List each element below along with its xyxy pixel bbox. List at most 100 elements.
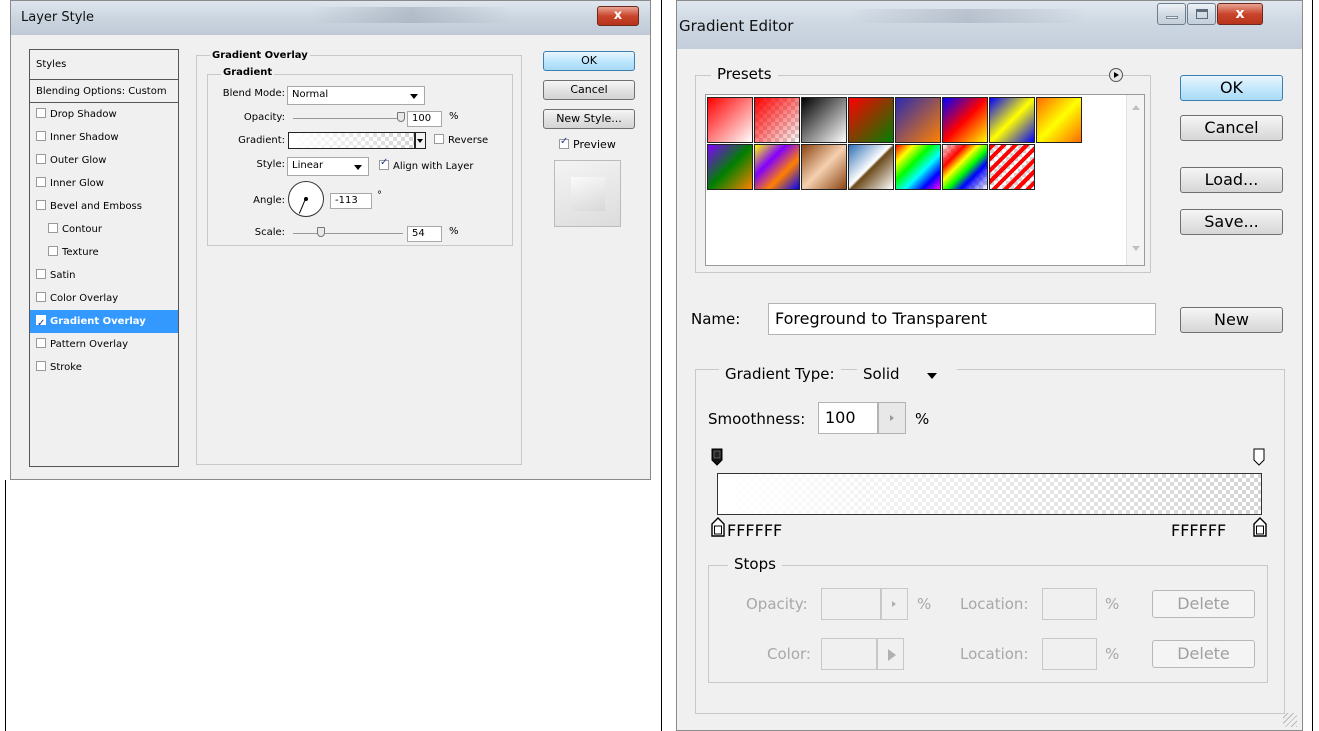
preset-chrome[interactable]	[848, 144, 894, 190]
preset-violet-green-orange[interactable]	[707, 144, 753, 190]
scroll-down-icon[interactable]	[1132, 246, 1140, 251]
preset-foreground-to-transparent[interactable]	[754, 97, 800, 143]
blending-options[interactable]: Blending Options: Custom	[30, 80, 178, 103]
effect-item-inner-shadow[interactable]: Inner Shadow	[30, 126, 178, 149]
effect-item-texture[interactable]: Texture	[30, 241, 178, 264]
effect-checkbox-icon[interactable]	[36, 154, 46, 164]
delete-color-stop-button[interactable]: Delete	[1152, 640, 1255, 668]
stop-color-picker-button[interactable]	[877, 638, 904, 670]
presets-scrollbar[interactable]	[1126, 95, 1144, 265]
ok-button[interactable]: OK	[1180, 75, 1283, 101]
preset-copper[interactable]	[801, 144, 847, 190]
effect-checkbox-icon[interactable]	[36, 338, 46, 348]
load-button[interactable]: Load...	[1180, 167, 1283, 193]
smoothness-stepper[interactable]	[878, 402, 906, 434]
name-value: Foreground to Transparent	[775, 309, 988, 328]
opacity-slider-handle[interactable]	[397, 112, 405, 122]
preset-red-green[interactable]	[848, 97, 894, 143]
stop-opacity-location-input[interactable]	[1042, 588, 1097, 620]
effect-item-stroke[interactable]: Stroke	[30, 356, 178, 379]
stop-opacity-stepper[interactable]	[881, 588, 908, 620]
scroll-up-icon[interactable]	[1132, 105, 1140, 110]
preset-violet-orange[interactable]	[895, 97, 941, 143]
effect-checkbox-icon[interactable]	[36, 131, 46, 141]
effect-label: Outer Glow	[50, 155, 107, 166]
effect-item-pattern-overlay[interactable]: Pattern Overlay	[30, 333, 178, 356]
new-style-button[interactable]: New Style...	[543, 109, 635, 129]
style-select[interactable]: Linear	[287, 157, 369, 176]
effect-checkbox-icon[interactable]	[36, 361, 46, 371]
preview-checkbox[interactable]: Preview	[559, 136, 616, 151]
minimize-button[interactable]	[1157, 3, 1186, 25]
effect-checkbox-icon[interactable]	[36, 177, 46, 187]
color-stop-right[interactable]	[1253, 517, 1267, 537]
blend-mode-select[interactable]: Normal	[287, 86, 425, 105]
cell-border-divider	[661, 0, 662, 731]
preset-blue-red-yellow[interactable]	[942, 97, 988, 143]
delete-opacity-stop-button[interactable]: Delete	[1152, 590, 1255, 618]
preset-yellow-violet-orange-blue[interactable]	[754, 144, 800, 190]
smoothness-input[interactable]: 100	[818, 402, 878, 434]
effect-item-satin[interactable]: Satin	[30, 264, 178, 287]
effect-checkbox-icon[interactable]	[48, 223, 58, 233]
gradient-editor-titlebar[interactable]: Gradient Editor x	[677, 1, 1302, 49]
preset-swatch	[708, 145, 752, 189]
effect-checkbox-icon[interactable]	[36, 269, 46, 279]
triangle-right-icon	[1114, 72, 1119, 78]
cancel-button[interactable]: Cancel	[1180, 115, 1283, 141]
gradient-type-select[interactable]: Solid	[857, 359, 957, 389]
stop-color-location-input[interactable]	[1042, 638, 1097, 670]
layer-style-titlebar[interactable]: Layer Style x	[11, 1, 650, 35]
save-button[interactable]: Save...	[1180, 209, 1283, 235]
close-button[interactable]: x	[597, 6, 639, 26]
close-button[interactable]: x	[1217, 3, 1263, 25]
stop-opacity-unit: %	[917, 595, 932, 613]
preset-orange-yellow-orange[interactable]	[1036, 97, 1082, 143]
new-button[interactable]: New	[1180, 307, 1283, 333]
angle-input[interactable]: -113	[330, 193, 372, 209]
stop-color-swatch[interactable]	[821, 638, 877, 670]
effect-item-drop-shadow[interactable]: Drop Shadow	[30, 103, 178, 126]
name-input[interactable]: Foreground to Transparent	[768, 303, 1156, 335]
effect-checkbox-icon[interactable]	[36, 292, 46, 302]
scale-slider-handle[interactable]	[317, 227, 325, 237]
presets-menu-button[interactable]	[1109, 68, 1123, 82]
effect-item-gradient-overlay[interactable]: Gradient Overlay	[30, 310, 178, 335]
opacity-stop-right[interactable]	[1253, 448, 1265, 466]
preset-spectrum[interactable]	[895, 144, 941, 190]
ok-button[interactable]: OK	[543, 51, 635, 71]
effect-checkbox-icon[interactable]	[36, 312, 46, 335]
styles-header[interactable]: Styles	[30, 50, 178, 80]
effect-item-outer-glow[interactable]: Outer Glow	[30, 149, 178, 172]
color-stop-left[interactable]	[711, 517, 725, 537]
effect-item-color-overlay[interactable]: Color Overlay	[30, 287, 178, 310]
cancel-button[interactable]: Cancel	[543, 80, 635, 100]
preset-blue-yellow-blue[interactable]	[989, 97, 1035, 143]
preset-swatch	[896, 145, 940, 189]
effect-item-bevel-and-emboss[interactable]: Bevel and Emboss	[30, 195, 178, 218]
scale-slider-track[interactable]	[293, 233, 403, 234]
maximize-button[interactable]	[1187, 3, 1216, 25]
resize-grip-icon[interactable]	[1283, 713, 1297, 727]
scale-input[interactable]: 54	[407, 226, 442, 242]
effect-checkbox-icon[interactable]	[48, 246, 58, 256]
preset-black-white[interactable]	[801, 97, 847, 143]
stop-opacity-input[interactable]	[821, 588, 881, 620]
opacity-slider-track[interactable]	[293, 118, 403, 119]
preset-swatch	[990, 98, 1034, 142]
gradient-bar[interactable]	[717, 473, 1262, 515]
opacity-input[interactable]: 100	[407, 111, 442, 127]
reverse-checkbox[interactable]: Reverse	[434, 134, 488, 146]
preset-foreground-to-background[interactable]	[707, 97, 753, 143]
effect-item-inner-glow[interactable]: Inner Glow	[30, 172, 178, 195]
preset-transparent-stripes[interactable]	[989, 144, 1035, 190]
angle-dial[interactable]	[288, 181, 324, 217]
effect-checkbox-icon[interactable]	[36, 108, 46, 118]
effect-label: Pattern Overlay	[50, 339, 129, 350]
opacity-stop-left[interactable]	[711, 448, 723, 466]
effect-checkbox-icon[interactable]	[36, 200, 46, 210]
effect-item-contour[interactable]: Contour	[30, 218, 178, 241]
preset-transparent-rainbow[interactable]	[942, 144, 988, 190]
gradient-dropdown-button[interactable]	[415, 132, 426, 149]
align-with-layer-checkbox[interactable]: Align with Layer	[379, 157, 474, 172]
